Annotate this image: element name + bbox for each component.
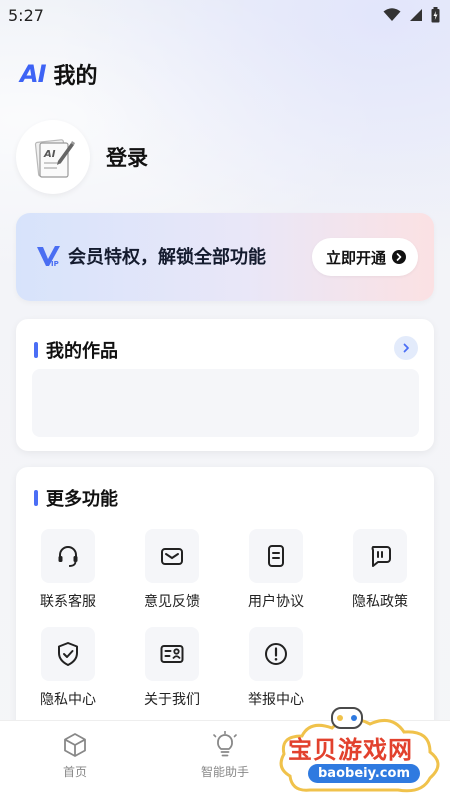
arrow-right-circle-icon bbox=[392, 250, 406, 264]
more-functions-header: 更多功能 bbox=[34, 485, 118, 511]
chevron-right-icon bbox=[403, 343, 409, 353]
watermark-text: 宝贝游戏网 bbox=[288, 736, 413, 764]
more-functions-card: 更多功能 联系客服 意见反馈 用户协议 隐私政策 隐私中心 关于我们 举报中心 bbox=[16, 467, 434, 747]
nav-item-home[interactable]: 首页 bbox=[30, 731, 120, 780]
id-card-icon bbox=[160, 645, 184, 663]
profile-login[interactable]: AI 登录 bbox=[16, 120, 148, 194]
function-icon-box bbox=[41, 529, 95, 583]
nav-label: 首页 bbox=[62, 765, 87, 779]
nav-item-assistant[interactable]: 智能助手 bbox=[180, 731, 270, 780]
svg-text:AI: AI bbox=[43, 149, 56, 160]
watermark-logo: 宝贝游戏网 baobeiy.com bbox=[270, 706, 450, 800]
activate-vip-label: 立即开通 bbox=[325, 249, 386, 267]
vip-promo: IP 会员特权，解锁全部功能 bbox=[36, 243, 266, 269]
page-title: 我的 bbox=[53, 64, 98, 89]
function-feedback[interactable]: 意见反馈 bbox=[122, 529, 222, 611]
lightbulb-icon bbox=[213, 731, 237, 757]
function-user-agreement[interactable]: 用户协议 bbox=[226, 529, 326, 611]
shield-check-icon bbox=[58, 642, 78, 666]
function-about-us[interactable]: 关于我们 bbox=[122, 627, 222, 709]
headset-icon bbox=[58, 546, 78, 567]
status-time: 5:27 bbox=[8, 6, 44, 25]
alert-icon bbox=[265, 643, 287, 665]
mail-icon bbox=[161, 548, 183, 565]
function-icon-box bbox=[353, 529, 407, 583]
function-icon-box bbox=[145, 627, 199, 681]
more-functions-title: 更多功能 bbox=[46, 489, 118, 510]
function-privacy-policy[interactable]: 隐私政策 bbox=[330, 529, 430, 611]
function-label: 用户协议 bbox=[248, 594, 304, 610]
function-label: 意见反馈 bbox=[144, 594, 200, 610]
ai-note-avatar-icon: AI bbox=[34, 139, 75, 178]
function-label: 隐私政策 bbox=[352, 594, 408, 610]
function-label: 关于我们 bbox=[144, 692, 200, 708]
login-label[interactable]: 登录 bbox=[106, 142, 148, 172]
vip-badge-icon: IP bbox=[37, 246, 60, 268]
policy-icon bbox=[371, 546, 391, 567]
function-label: 隐私中心 bbox=[40, 692, 96, 708]
function-privacy-center[interactable]: 隐私中心 bbox=[18, 627, 118, 709]
function-report-center[interactable]: 举报中心 bbox=[226, 627, 326, 709]
vip-text: 会员特权，解锁全部功能 bbox=[68, 247, 266, 268]
nav-label: 智能助手 bbox=[200, 765, 249, 779]
function-icon-box bbox=[41, 627, 95, 681]
my-works-more-button[interactable] bbox=[394, 336, 418, 360]
function-icon-box bbox=[145, 529, 199, 583]
function-contact-support[interactable]: 联系客服 bbox=[18, 529, 118, 611]
page-header: AI 我的 bbox=[20, 58, 98, 90]
my-works-empty-area bbox=[32, 369, 419, 437]
watermark-url: baobeiy.com bbox=[308, 764, 420, 783]
status-bar: 5:27 bbox=[0, 0, 450, 32]
function-icon-box bbox=[249, 529, 303, 583]
title-accent-bar bbox=[34, 342, 38, 358]
activate-vip-button[interactable]: 立即开通 bbox=[311, 238, 418, 276]
signal-icon bbox=[410, 9, 422, 21]
title-accent-bar bbox=[34, 490, 38, 506]
wifi-icon bbox=[383, 8, 401, 21]
svg-text:IP: IP bbox=[51, 260, 59, 268]
my-works-card: 我的作品 bbox=[16, 319, 434, 451]
status-icons bbox=[383, 7, 440, 23]
function-icon-box bbox=[249, 627, 303, 681]
vip-banner[interactable]: IP 会员特权，解锁全部功能 立即开通 bbox=[16, 213, 434, 301]
my-works-header: 我的作品 bbox=[34, 337, 118, 363]
cube-icon bbox=[64, 733, 86, 757]
document-icon bbox=[268, 545, 284, 567]
function-label: 联系客服 bbox=[40, 594, 96, 610]
avatar[interactable]: AI bbox=[16, 120, 90, 194]
battery-icon bbox=[431, 7, 440, 23]
ai-logo: AI bbox=[20, 60, 46, 88]
my-works-title: 我的作品 bbox=[46, 341, 118, 362]
